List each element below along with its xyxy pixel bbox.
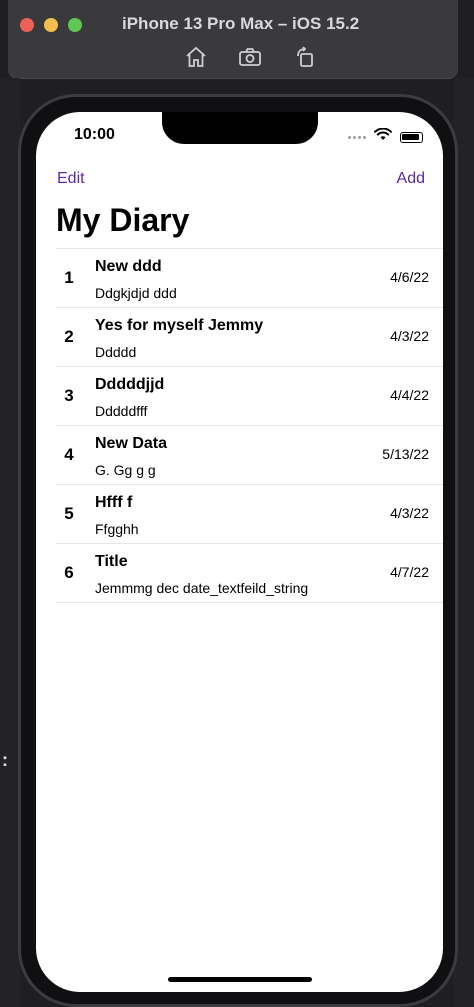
list-item[interactable]: 6 Title Jemmmg dec date_textfeild_string… [56,544,443,603]
entry-subtitle: Ddddd [95,344,137,360]
list-item[interactable]: 5 Hfff f Ffgghh 4/3/22 [56,485,443,544]
entry-date: 4/6/22 [390,269,429,285]
status-time: 10:00 [74,126,115,143]
edge-fragment-colon: : [2,750,8,770]
entry-number: 5 [64,504,74,523]
entry-subtitle: Ffgghh [95,521,139,537]
entry-number: 6 [64,563,74,582]
home-icon[interactable] [184,45,208,69]
entry-subtitle: G. Gg g g [95,462,156,478]
device-screen: 10:00 Edit Add My Diary 1 New ddd Ddgkjd… [36,112,443,992]
window-title: iPhone 13 Pro Max – iOS 15.2 [122,14,360,33]
notch [162,112,318,144]
home-indicator[interactable] [168,977,312,982]
battery-icon [400,131,423,143]
list-item[interactable]: 1 New ddd Ddgkjdjd ddd 4/6/22 [56,249,443,308]
xcode-background-left [0,78,20,1007]
edit-button[interactable]: Edit [57,170,85,188]
entry-date: 4/3/22 [390,505,429,521]
entry-title: Yes for myself Jemmy [95,317,264,334]
entry-number: 4 [64,445,74,464]
entry-date: 4/4/22 [390,387,429,403]
entry-subtitle: Ddgkjdjd ddd [95,285,177,301]
close-window-button[interactable] [20,18,34,32]
list-item[interactable]: 2 Yes for myself Jemmy Ddddd 4/3/22 [56,308,443,367]
entry-title: Title [95,553,128,570]
entry-number: 2 [64,327,74,346]
screenshot-icon[interactable] [238,45,262,69]
zoom-window-button[interactable] [68,18,82,32]
entry-date: 4/3/22 [390,328,429,344]
entry-title: New Data [95,435,168,452]
entry-number: 1 [64,268,74,287]
diary-list: 1 New ddd Ddgkjdjd ddd 4/6/22 2 Yes for … [56,248,443,603]
entry-date: 5/13/22 [382,446,429,462]
entry-title: New ddd [95,258,162,275]
rotate-icon[interactable] [294,45,318,69]
add-button[interactable]: Add [397,170,425,188]
list-item[interactable]: 4 New Data G. Gg g g 5/13/22 [56,426,443,485]
minimize-window-button[interactable] [44,18,58,32]
entry-date: 4/7/22 [390,564,429,580]
entry-subtitle: Dddddfff [95,403,148,419]
entry-subtitle: Jemmmg dec date_textfeild_string [95,580,309,596]
entry-title: Hfff f [95,494,133,511]
status-icons [348,127,423,146]
entry-title: Dddddjjd [95,376,165,393]
simulator-title-bar: iPhone 13 Pro Max – iOS 15.2 [8,0,458,78]
cellular-signal-icon [348,135,366,139]
entry-number: 3 [64,386,74,405]
page-title: My Diary [56,202,190,238]
wifi-icon [374,127,392,146]
list-item[interactable]: 3 Dddddjjd Dddddfff 4/4/22 [56,367,443,426]
